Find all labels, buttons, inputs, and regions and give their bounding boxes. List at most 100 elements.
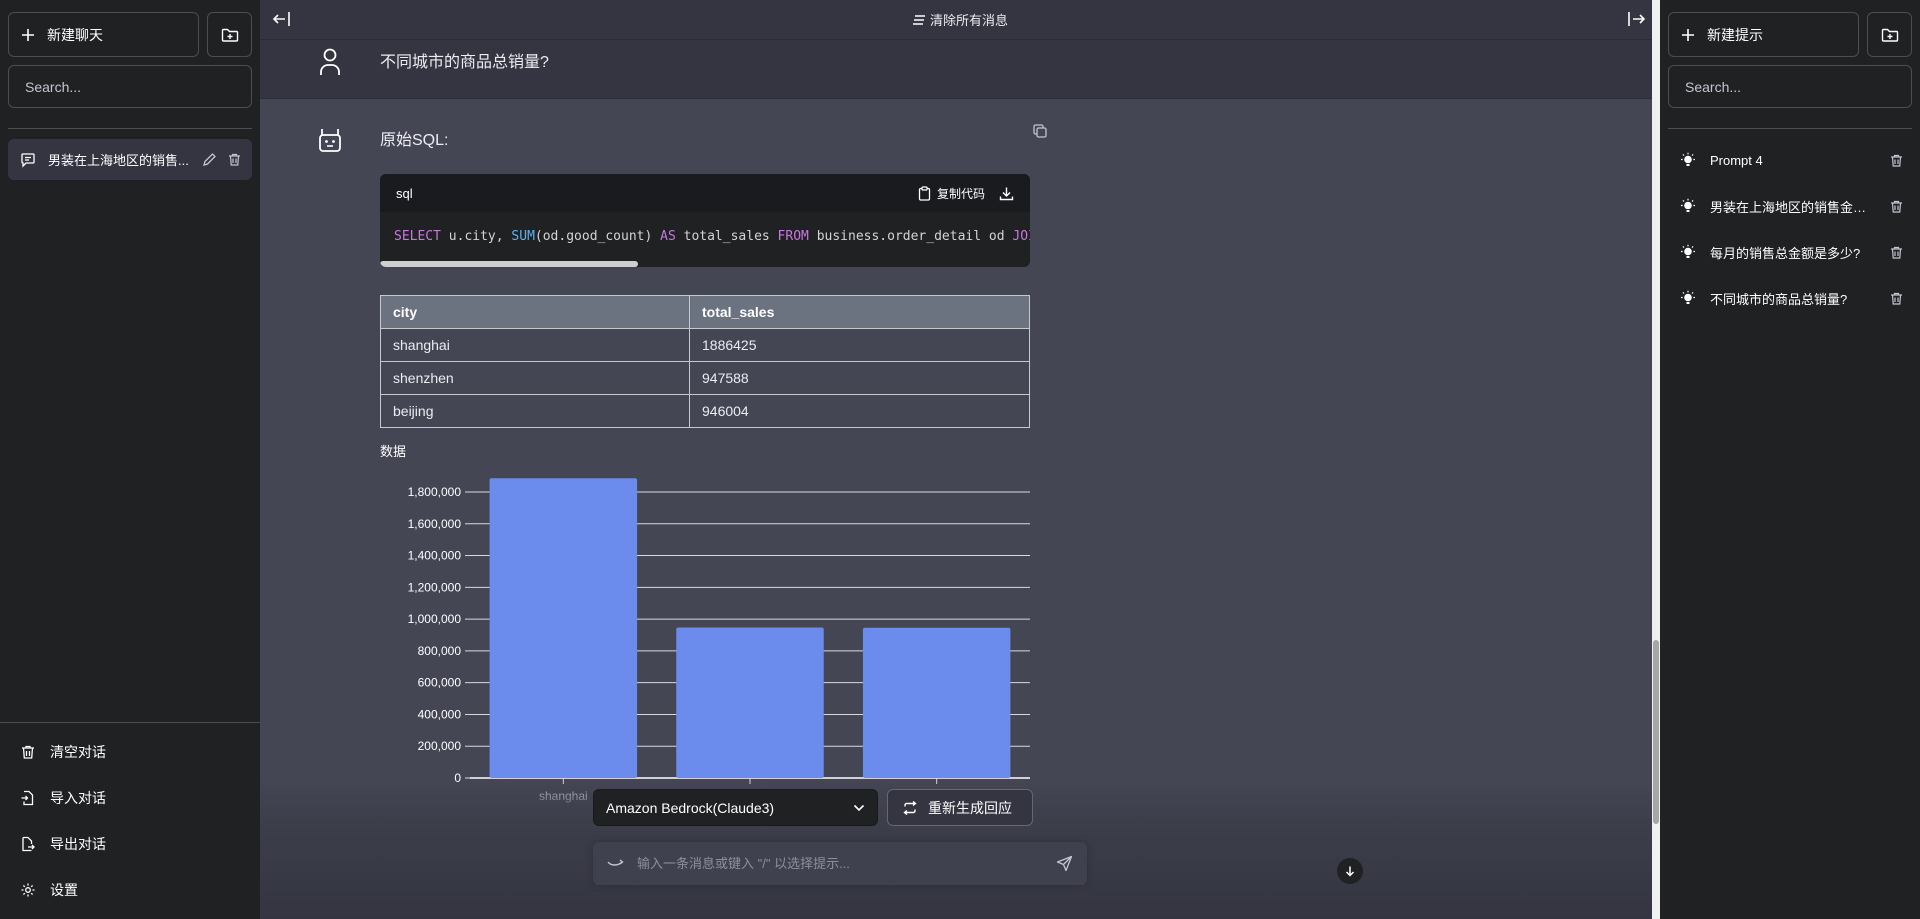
copy-message-icon[interactable]	[1032, 123, 1048, 139]
new-prompt-label: 新建提示	[1707, 26, 1763, 43]
scroll-to-bottom-button[interactable]	[1337, 858, 1363, 884]
chart-title: 数据	[380, 444, 407, 459]
sql-keyword: AS	[660, 229, 676, 244]
folder-plus-icon	[1881, 27, 1899, 43]
lightbulb-icon	[1680, 290, 1696, 306]
y-tick-label: 1,600,000	[408, 517, 462, 531]
arrow-down-icon	[1344, 865, 1356, 877]
table-cell: beijing	[380, 394, 690, 428]
clear-all-label: 清除所有消息	[929, 13, 1008, 28]
sidebar-divider	[8, 128, 252, 129]
trash-icon[interactable]	[1889, 291, 1904, 306]
y-tick-label: 1,800,000	[408, 485, 462, 499]
code-actions: 复制代码	[918, 185, 1014, 202]
lightbulb-icon	[1680, 244, 1696, 260]
prompt-item[interactable]: Prompt 4	[1668, 137, 1912, 183]
y-tick-label: 1,000,000	[408, 612, 462, 626]
sql-keyword: FROM	[777, 229, 809, 244]
lightbulb-icon	[1680, 198, 1696, 214]
export-conversations-label: 导出对话	[50, 836, 106, 852]
sql-code-block: sql 复制代码 SELECT u.city, SUM(od.good_coun…	[380, 174, 1030, 267]
copy-code-label: 复制代码	[936, 186, 985, 201]
code-language-label: sql	[396, 185, 413, 201]
refresh-icon	[902, 800, 918, 815]
prompt-search-input[interactable]	[1668, 65, 1912, 108]
list-icon	[912, 14, 926, 26]
collapse-left-sidebar-icon[interactable]	[272, 10, 292, 28]
sql-token: u.city	[448, 229, 496, 244]
prompt-list-spacer	[1660, 129, 1920, 137]
copy-code-button[interactable]: 复制代码	[918, 185, 985, 202]
sql-keyword: SELECT	[394, 229, 441, 244]
trash-icon[interactable]	[1889, 245, 1904, 260]
left-sidebar-top: 新建聊天	[0, 0, 260, 57]
prompt-item[interactable]: 每月的销售总金额是多少?	[1668, 229, 1912, 275]
right-sidebar-top: 新建提示	[1660, 0, 1920, 57]
regenerate-response-button[interactable]: 重新生成回应	[887, 789, 1033, 826]
prompt-label: 男装在上海地区的销售金额是...	[1710, 199, 1875, 215]
prompt-item[interactable]: 男装在上海地区的销售金额是...	[1668, 183, 1912, 229]
result-table: city total_sales shanghai 1886425 shenzh…	[380, 295, 1030, 428]
code-horizontal-scrollbar[interactable]	[380, 261, 638, 267]
table-row: beijing 946004	[380, 394, 1030, 428]
conversation-search-input[interactable]	[8, 65, 252, 108]
y-tick-label: 1,200,000	[408, 580, 462, 594]
new-prompt-button[interactable]: 新建提示	[1668, 12, 1859, 57]
main-scrollbar-thumb[interactable]	[1653, 640, 1659, 824]
chat-message-input[interactable]	[637, 856, 1044, 871]
trash-icon	[20, 744, 36, 760]
new-chat-button[interactable]: 新建聊天	[8, 12, 199, 57]
sql-token: od	[988, 229, 1005, 244]
table-header-city: city	[380, 295, 690, 329]
right-sidebar: 新建提示 Prompt 4 男装在上海地区的销售金额是... 每月的销售	[1660, 0, 1920, 919]
import-conversations-label: 导入对话	[50, 790, 106, 806]
import-conversations-button[interactable]: 导入对话	[8, 775, 252, 821]
model-select[interactable]: Amazon Bedrock(Claude3)	[593, 789, 878, 826]
bot-message-heading: 原始SQL:	[380, 132, 449, 149]
sql-function: SUM	[511, 229, 535, 244]
model-select-value: Amazon Bedrock(Claude3)	[606, 799, 775, 816]
table-row: shanghai 1886425	[380, 328, 1030, 362]
prompt-label: 每月的销售总金额是多少?	[1710, 245, 1861, 261]
download-icon[interactable]	[999, 186, 1014, 201]
conversation-actions	[202, 152, 242, 167]
sql-token: business.order_detail	[816, 229, 982, 244]
chat-main: 清除所有消息 不同城市的商品总销量? 原始SQL: sql 复制代码 SELEC…	[260, 0, 1660, 919]
chevron-down-icon	[853, 804, 865, 812]
trash-icon[interactable]	[227, 152, 242, 167]
main-vertical-scrollbar[interactable]	[1652, 0, 1660, 919]
trash-icon[interactable]	[1889, 199, 1904, 214]
send-icon[interactable]	[1056, 855, 1073, 872]
y-tick-label: 200,000	[418, 739, 462, 753]
new-folder-button[interactable]	[207, 12, 252, 57]
y-tick-label: 1,400,000	[408, 549, 462, 563]
user-avatar-icon	[316, 46, 344, 76]
clipboard-icon	[918, 185, 931, 201]
sql-token: ,	[495, 229, 504, 244]
collapse-right-sidebar-icon[interactable]	[1626, 10, 1646, 28]
new-chat-label: 新建聊天	[47, 26, 103, 43]
settings-label: 设置	[50, 882, 78, 898]
conversation-item[interactable]: 男装在上海地区的销售...	[8, 139, 252, 180]
sql-code-text: SELECT u.city, SUM(od.good_count) AS tot…	[380, 212, 1030, 244]
settings-button[interactable]: 设置	[8, 867, 252, 913]
sql-token: (	[534, 229, 543, 244]
new-prompt-folder-button[interactable]	[1867, 12, 1912, 57]
clear-conversations-button[interactable]: 清空对话	[8, 729, 252, 775]
export-conversations-button[interactable]: 导出对话	[8, 821, 252, 867]
prompt-item[interactable]: 不同城市的商品总销量?	[1668, 275, 1912, 321]
clear-all-messages-button[interactable]: 清除所有消息	[912, 10, 1008, 29]
robot-avatar-icon	[316, 126, 344, 154]
plus-icon	[1681, 28, 1695, 42]
y-tick-label: 400,000	[418, 707, 462, 721]
chat-topbar: 清除所有消息	[260, 0, 1660, 40]
pencil-icon[interactable]	[202, 152, 217, 167]
trash-icon[interactable]	[1889, 153, 1904, 168]
prompt-icon	[607, 858, 625, 869]
